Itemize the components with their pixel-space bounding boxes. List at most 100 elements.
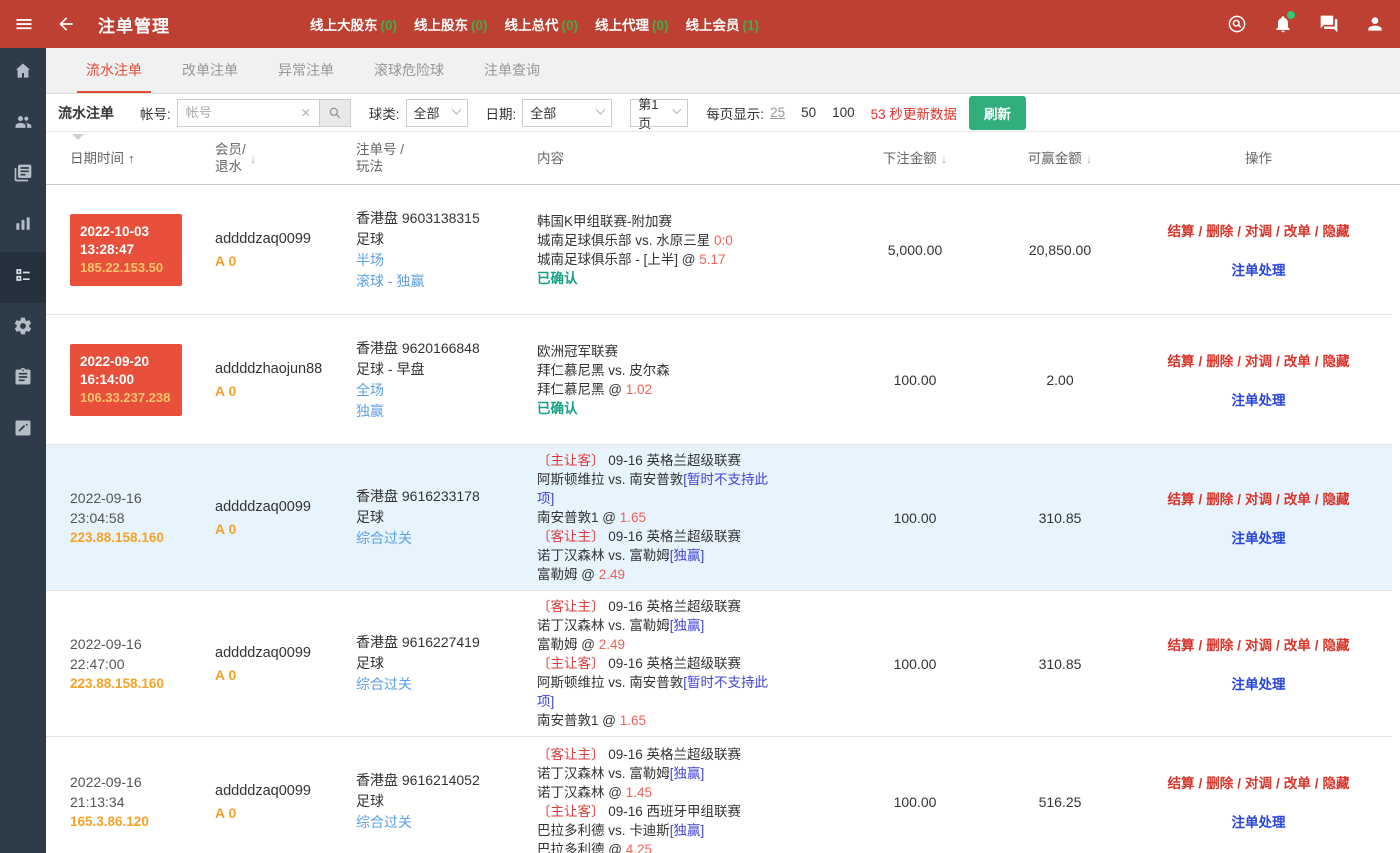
op-swap[interactable]: 对调: [1245, 354, 1272, 369]
date-select[interactable]: 全部: [522, 99, 612, 127]
content-segment-p: 韩国K甲组联赛-附加赛: [537, 214, 672, 229]
op-delete[interactable]: 删除: [1206, 224, 1233, 239]
order-ip: 185.22.153.50: [80, 259, 172, 277]
sidebar-item-users[interactable]: [0, 99, 46, 150]
nav-count: (0): [381, 18, 398, 33]
search-icon[interactable]: [1226, 13, 1248, 35]
header-nav-item[interactable]: 线上总代(0): [505, 14, 579, 34]
op-settle[interactable]: 结算: [1167, 354, 1194, 369]
column-header: 注单号 /玩法: [350, 141, 525, 175]
messages-icon[interactable]: [1318, 13, 1340, 35]
op-settle[interactable]: 结算: [1167, 638, 1194, 653]
op-swap[interactable]: 对调: [1245, 224, 1272, 239]
action-separator: /: [1276, 224, 1280, 239]
op-modify[interactable]: 改单: [1284, 354, 1311, 369]
op-delete[interactable]: 删除: [1206, 354, 1233, 369]
op-modify[interactable]: 改单: [1284, 776, 1311, 791]
content-segment-odds: 2.49: [599, 637, 625, 652]
header-nav-item[interactable]: 线上会员(1): [686, 14, 760, 34]
sort-up-icon[interactable]: ↑: [128, 151, 135, 166]
order-process-link[interactable]: 注单处理: [1232, 811, 1286, 831]
sidebar-item-settings[interactable]: [0, 303, 46, 354]
user-icon[interactable]: [1364, 13, 1386, 35]
back-icon[interactable]: [54, 12, 78, 36]
bet-play-link[interactable]: 综合过关: [356, 674, 525, 695]
tab-滚球危险球[interactable]: 滚球危险球: [365, 48, 453, 93]
order-date: 2022-09-1621:13:34165.3.86.120: [70, 772, 215, 832]
column-header[interactable]: 下注金额↓: [855, 150, 975, 167]
bet-play-link[interactable]: 综合过关: [356, 528, 525, 549]
op-hide[interactable]: 隐藏: [1323, 638, 1350, 653]
refresh-button[interactable]: 刷新: [969, 96, 1026, 130]
bet-play-link[interactable]: 半场: [356, 250, 525, 271]
header-nav-item[interactable]: 线上大股东(0): [310, 14, 397, 34]
order-process-link[interactable]: 注单处理: [1232, 527, 1286, 547]
ball-select[interactable]: 全部: [406, 99, 468, 127]
column-header[interactable]: 会员/退水↓: [215, 141, 350, 175]
op-settle[interactable]: 结算: [1167, 776, 1194, 791]
sidebar-item-notes[interactable]: [0, 405, 46, 456]
per-page-option-100[interactable]: 100: [832, 105, 855, 120]
member-name[interactable]: addddzaq0099: [215, 497, 350, 517]
member-name[interactable]: addddzhaojun88: [215, 359, 350, 379]
member-name[interactable]: addddzaq0099: [215, 229, 350, 249]
order-date: 2022-09-16: [70, 488, 215, 508]
column-header[interactable]: 可赢金额↓: [975, 150, 1145, 167]
order-row: 2022-10-0313:28:47185.22.153.50addddzaq0…: [46, 185, 1392, 315]
tab-改单注单[interactable]: 改单注单: [173, 48, 247, 93]
op-delete[interactable]: 删除: [1206, 492, 1233, 507]
page-select[interactable]: 第1页: [630, 99, 688, 127]
op-delete[interactable]: 删除: [1206, 776, 1233, 791]
op-swap[interactable]: 对调: [1245, 776, 1272, 791]
bet-play-link[interactable]: 独赢: [356, 401, 525, 422]
bet-play-link[interactable]: 全场: [356, 380, 525, 401]
op-settle[interactable]: 结算: [1167, 492, 1194, 507]
bet-number: 香港盘 9616227419: [356, 632, 525, 653]
op-hide[interactable]: 隐藏: [1323, 492, 1350, 507]
sidebar-item-orders[interactable]: [0, 252, 46, 303]
search-button[interactable]: [319, 99, 351, 127]
column-header[interactable]: 日期时间↑: [46, 150, 215, 167]
bet-play-link[interactable]: 滚球 - 独赢: [356, 271, 525, 292]
op-modify[interactable]: 改单: [1284, 638, 1311, 653]
op-hide[interactable]: 隐藏: [1323, 224, 1350, 239]
sort-down-icon[interactable]: ↓: [941, 151, 948, 166]
content-segment-blue: [独赢]: [670, 548, 705, 563]
member-name[interactable]: addddzaq0099: [215, 643, 350, 663]
order-ip: 223.88.158.160: [70, 528, 215, 548]
op-hide[interactable]: 隐藏: [1323, 354, 1350, 369]
tab-异常注单[interactable]: 异常注单: [269, 48, 343, 93]
bet-play-link[interactable]: 综合过关: [356, 812, 525, 833]
sort-down-icon[interactable]: ↓: [250, 151, 257, 166]
header-nav-item[interactable]: 线上代理(0): [595, 14, 669, 34]
notifications-icon[interactable]: [1272, 13, 1294, 35]
action-separator: /: [1315, 224, 1319, 239]
op-swap[interactable]: 对调: [1245, 638, 1272, 653]
member-name[interactable]: addddzaq0099: [215, 781, 350, 801]
order-process-link[interactable]: 注单处理: [1232, 673, 1286, 693]
menu-icon[interactable]: [12, 12, 36, 36]
op-swap[interactable]: 对调: [1245, 492, 1272, 507]
content-segment-blue: [独赢]: [670, 618, 705, 633]
op-settle[interactable]: 结算: [1167, 224, 1194, 239]
section-label: 流水注单: [58, 103, 114, 123]
header-nav-item[interactable]: 线上股东(0): [414, 14, 488, 34]
op-delete[interactable]: 删除: [1206, 638, 1233, 653]
account-input[interactable]: [177, 99, 319, 127]
sidebar-item-home[interactable]: [0, 48, 46, 99]
op-modify[interactable]: 改单: [1284, 224, 1311, 239]
sidebar-item-clipboard[interactable]: [0, 354, 46, 405]
sort-down-icon[interactable]: ↓: [1086, 151, 1093, 166]
date-label: 日期:: [486, 103, 517, 123]
op-hide[interactable]: 隐藏: [1323, 776, 1350, 791]
order-process-link[interactable]: 注单处理: [1232, 259, 1286, 279]
per-page-option-50[interactable]: 50: [801, 105, 816, 120]
sidebar-item-documents[interactable]: [0, 150, 46, 201]
op-modify[interactable]: 改单: [1284, 492, 1311, 507]
per-page-option-25[interactable]: 25: [770, 105, 785, 120]
clear-icon[interactable]: ✕: [301, 106, 319, 120]
order-process-link[interactable]: 注单处理: [1232, 389, 1286, 409]
tab-注单查询[interactable]: 注单查询: [475, 48, 549, 93]
tab-流水注单[interactable]: 流水注单: [77, 48, 151, 93]
sidebar-item-chart[interactable]: [0, 201, 46, 252]
